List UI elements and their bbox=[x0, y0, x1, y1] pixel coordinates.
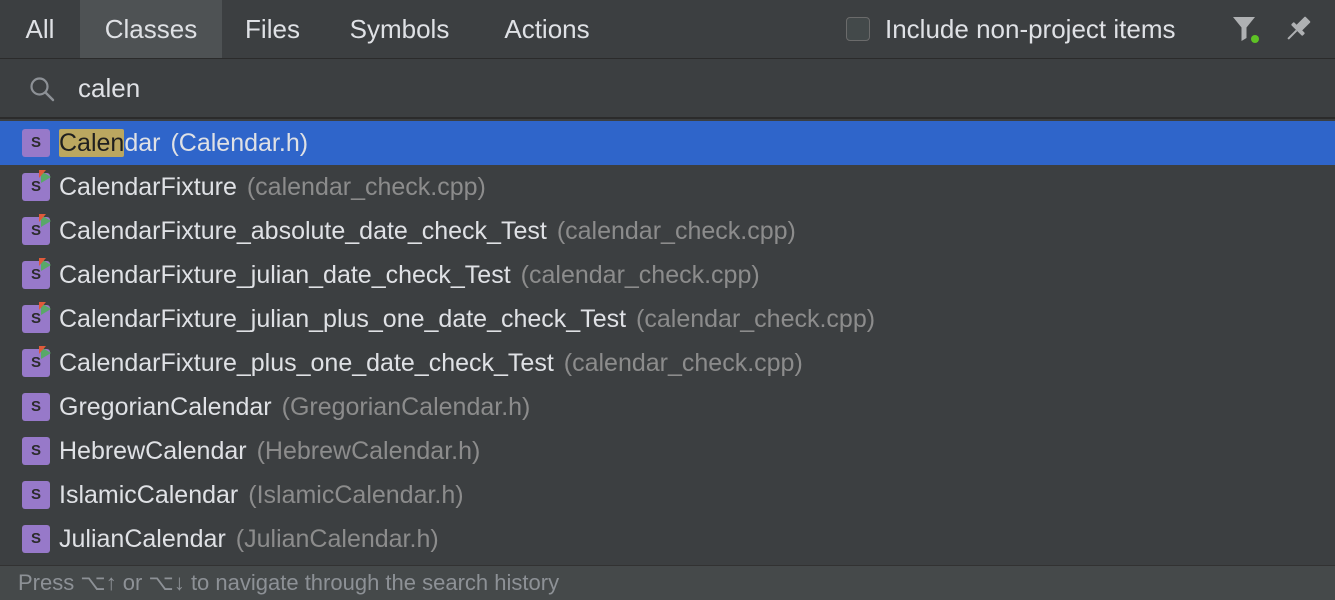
search-everywhere-popup: All Classes Files Symbols Actions Includ… bbox=[0, 0, 1335, 600]
result-name: CalendarFixture bbox=[59, 173, 237, 202]
result-row[interactable]: S GregorianCalendar (GregorianCalendar.h) bbox=[0, 385, 1335, 429]
result-row[interactable]: S CalendarFixture_absolute_date_check_Tes… bbox=[0, 209, 1335, 253]
class-icon-letter: S bbox=[22, 129, 50, 157]
tab-all[interactable]: All bbox=[0, 0, 80, 58]
result-name: CalendarFixture_plus_one_date_check_Test bbox=[59, 349, 554, 378]
class-icon: S bbox=[22, 393, 50, 421]
result-row[interactable]: S JulianCalendar (JulianCalendar.h) bbox=[0, 517, 1335, 561]
run-test-marker-icon bbox=[39, 302, 51, 315]
run-test-marker-icon bbox=[39, 170, 51, 183]
class-icon: S bbox=[22, 437, 50, 465]
result-row[interactable]: S CalendarFixture_julian_plus_one_date_ch… bbox=[0, 297, 1335, 341]
result-row[interactable]: S CalendarFixture (calendar_check.cpp) bbox=[0, 165, 1335, 209]
result-name-text: CalendarFixture_plus_one_date_check_Test bbox=[59, 348, 554, 377]
result-name: CalendarFixture_julian_plus_one_date_che… bbox=[59, 305, 626, 334]
run-test-marker-icon bbox=[39, 346, 51, 359]
result-file: (Calendar.h) bbox=[170, 128, 309, 157]
run-test-marker-icon bbox=[39, 214, 51, 227]
result-name-text: CalendarFixture_julian_date_check_Test bbox=[59, 260, 511, 289]
test-class-icon: S bbox=[22, 302, 51, 333]
search-row bbox=[0, 59, 1335, 119]
include-non-project-option[interactable]: Include non-project items bbox=[846, 12, 1175, 46]
test-class-icon: S bbox=[22, 214, 51, 245]
result-file: (GregorianCalendar.h) bbox=[281, 392, 531, 421]
result-name-text: dar bbox=[124, 128, 161, 157]
result-name-text: JulianCalendar bbox=[59, 524, 226, 553]
test-class-icon: S bbox=[22, 258, 51, 289]
class-icon-letter: S bbox=[22, 525, 50, 553]
result-row[interactable]: S CalendarFixture_plus_one_date_check_Tes… bbox=[0, 341, 1335, 385]
tab-bar: All Classes Files Symbols Actions Includ… bbox=[0, 0, 1335, 59]
match-highlight: Calen bbox=[59, 128, 125, 157]
run-test-marker-icon bbox=[39, 258, 51, 271]
result-row[interactable]: S Calendar (Calendar.h) bbox=[0, 121, 1335, 165]
result-name: IslamicCalendar bbox=[59, 481, 238, 510]
tab-files[interactable]: Files bbox=[222, 0, 323, 58]
result-file: (calendar_check.cpp) bbox=[520, 260, 760, 289]
filter-icon[interactable] bbox=[1228, 12, 1262, 46]
test-class-icon: S bbox=[22, 346, 51, 377]
pin-icon[interactable] bbox=[1281, 12, 1315, 46]
result-file: (JulianCalendar.h) bbox=[235, 524, 439, 553]
class-icon: S bbox=[22, 129, 50, 157]
result-name: CalendarFixture_julian_date_check_Test bbox=[59, 261, 511, 290]
result-file: (HebrewCalendar.h) bbox=[256, 436, 481, 465]
search-history-hint: Press ⌥↑ or ⌥↓ to navigate through the s… bbox=[18, 570, 560, 595]
results-list: S Calendar (Calendar.h) S CalendarFixture (ca… bbox=[0, 121, 1335, 561]
class-icon-letter: S bbox=[22, 437, 50, 465]
include-non-project-label: Include non-project items bbox=[885, 13, 1176, 44]
result-file: (calendar_check.cpp) bbox=[563, 348, 803, 377]
result-name-text: CalendarFixture bbox=[59, 172, 237, 201]
result-name: JulianCalendar bbox=[59, 525, 226, 554]
tab-symbols[interactable]: Symbols bbox=[323, 0, 476, 58]
result-name-text: CalendarFixture_absolute_date_check_Test bbox=[59, 216, 547, 245]
result-name-text: IslamicCalendar bbox=[59, 480, 239, 509]
test-class-icon: S bbox=[22, 170, 51, 201]
result-name-text: CalendarFixture_julian_plus_one_date_che… bbox=[59, 304, 627, 333]
result-file: (calendar_check.cpp) bbox=[556, 216, 796, 245]
result-row[interactable]: S CalendarFixture_julian_date_check_Test (… bbox=[0, 253, 1335, 297]
result-name: HebrewCalendar bbox=[59, 437, 247, 466]
result-file: (calendar_check.cpp) bbox=[636, 304, 876, 333]
result-file: (IslamicCalendar.h) bbox=[248, 480, 464, 509]
result-name-text: GregorianCalendar bbox=[59, 392, 272, 421]
result-name-text: HebrewCalendar bbox=[59, 436, 247, 465]
class-icon: S bbox=[22, 481, 50, 509]
class-icon-letter: S bbox=[22, 481, 50, 509]
result-name: CalendarFixture_absolute_date_check_Test bbox=[59, 217, 547, 246]
class-icon: S bbox=[22, 525, 50, 553]
search-input[interactable] bbox=[78, 71, 1278, 105]
tab-actions[interactable]: Actions bbox=[476, 0, 618, 58]
include-non-project-checkbox[interactable] bbox=[846, 17, 870, 41]
result-row[interactable]: S IslamicCalendar (IslamicCalendar.h) bbox=[0, 473, 1335, 517]
result-name: Calendar bbox=[59, 128, 161, 158]
class-icon-letter: S bbox=[22, 393, 50, 421]
result-row[interactable]: S HebrewCalendar (HebrewCalendar.h) bbox=[0, 429, 1335, 473]
search-icon bbox=[28, 75, 56, 103]
status-footer: Press ⌥↑ or ⌥↓ to navigate through the s… bbox=[0, 565, 1335, 600]
result-name: GregorianCalendar bbox=[59, 393, 272, 422]
result-file: (calendar_check.cpp) bbox=[246, 172, 486, 201]
tab-classes[interactable]: Classes bbox=[80, 0, 222, 58]
